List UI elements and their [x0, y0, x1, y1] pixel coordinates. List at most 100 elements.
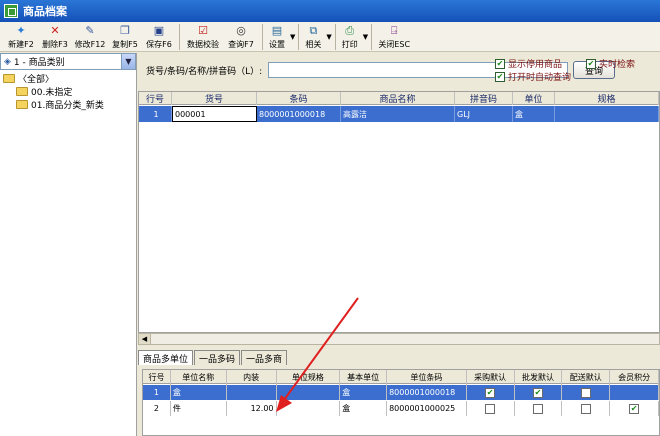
- cell-barcode: 8000001000018: [257, 106, 341, 122]
- table-row[interactable]: 1 000001 8000001000018 高露洁 GLJ 盒: [139, 106, 659, 122]
- cell-spec: [555, 106, 659, 122]
- column-header[interactable]: 规格: [555, 92, 659, 105]
- new-label: 新建F2: [8, 40, 34, 49]
- column-header[interactable]: 内装: [227, 370, 277, 385]
- cell-unit-barcode[interactable]: 8000001000025: [387, 401, 467, 416]
- folder-icon: [16, 87, 28, 96]
- column-header[interactable]: 拼音码: [455, 92, 513, 105]
- close-button[interactable]: ⍈ 关闭ESC: [375, 22, 413, 52]
- cell-wholesale-default: ✔: [515, 385, 563, 400]
- printer-icon: ⎙: [345, 24, 355, 37]
- tree-item-new-category[interactable]: 01.商品分类_新类: [3, 98, 104, 111]
- search-label: 货号/条码/名称/拼音码（L）:: [146, 67, 263, 77]
- column-header[interactable]: 采购默认: [467, 370, 515, 385]
- search-button[interactable]: ◎ 查询F7: [223, 22, 259, 52]
- column-header[interactable]: 商品名称: [341, 92, 455, 105]
- auto-query-label: 打开时自动查询: [508, 73, 572, 83]
- toolbar-separator: [334, 24, 336, 50]
- category-select-value: 1 - 商品类别: [13, 58, 65, 68]
- check-icon: ✔: [495, 71, 505, 82]
- cell-pack[interactable]: 12.00: [227, 401, 277, 416]
- delivery-default-checkbox[interactable]: [580, 387, 591, 398]
- tree-item-unassigned[interactable]: 00.未指定: [3, 85, 104, 98]
- verify-icon: ☑: [198, 24, 208, 37]
- category-select[interactable]: ◈ 1 - 商品类别 ▼: [0, 53, 136, 70]
- cell-item-code[interactable]: 000001: [172, 106, 257, 122]
- horizontal-scrollbar[interactable]: ◀: [138, 333, 660, 345]
- grid-header: 行号 货号 条码 商品名称 拼音码 单位 规格: [139, 92, 659, 105]
- cell-pack[interactable]: [227, 385, 277, 400]
- new-icon: ✦: [16, 24, 26, 37]
- column-header[interactable]: 条码: [257, 92, 341, 105]
- save-button[interactable]: ▣ 保存F6: [142, 22, 176, 52]
- units-grid: 行号 单位名称 内装 单位规格 基本单位 单位条码 采购默认 批发默认 配送默认…: [142, 369, 660, 436]
- table-row[interactable]: 1 盒 盒 8000001000018 ✔ ✔: [143, 385, 659, 400]
- tab-multi-unit[interactable]: 商品多单位: [138, 350, 194, 365]
- tab-multi-barcode[interactable]: 一品多码: [194, 350, 241, 365]
- scroll-left-icon[interactable]: ◀: [139, 334, 151, 344]
- new-button[interactable]: ✦ 新建F2: [4, 22, 38, 52]
- column-header[interactable]: 批发默认: [515, 370, 563, 385]
- column-header[interactable]: 基本单位: [340, 370, 388, 385]
- purchase-default-checkbox[interactable]: [485, 403, 496, 414]
- cell-delivery-default: [562, 385, 611, 400]
- column-header[interactable]: 会员积分: [610, 370, 659, 385]
- delivery-default-checkbox[interactable]: [580, 403, 591, 414]
- cell-product-name: 高露洁: [341, 106, 455, 122]
- verify-button[interactable]: ☑ 数据校验: [183, 22, 223, 52]
- related-button[interactable]: ⧉ 相关: [302, 22, 324, 52]
- show-disabled-checkbox[interactable]: ✔ 显示停用商品: [495, 57, 562, 70]
- modify-button[interactable]: ✎ 修改F12: [72, 22, 108, 52]
- cell-unit-barcode[interactable]: 8000001000018: [387, 385, 467, 400]
- category-panel: ◈ 1 - 商品类别 ▼ 〈全部〉 00.未指定 01.商品分类_新类: [0, 53, 137, 436]
- print-dropdown-icon[interactable]: ▼: [363, 33, 368, 41]
- delete-button[interactable]: ✕ 删除F3: [38, 22, 72, 52]
- member-points-checkbox[interactable]: ✔: [629, 403, 640, 414]
- folder-icon: [3, 74, 15, 83]
- cell-unit-name[interactable]: 件: [171, 401, 227, 416]
- close-label: 关闭ESC: [378, 40, 411, 49]
- settings-label: 设置: [269, 40, 285, 49]
- cell-wholesale-default: [515, 401, 563, 416]
- window-title: 商品档案: [23, 5, 67, 18]
- column-header[interactable]: 配送默认: [562, 370, 611, 385]
- purchase-default-checkbox[interactable]: ✔: [485, 387, 496, 398]
- column-header[interactable]: 行号: [143, 370, 171, 385]
- binoculars-icon: ◎: [236, 24, 246, 37]
- column-header[interactable]: 单位条码: [387, 370, 467, 385]
- auto-query-checkbox[interactable]: ✔ 打开时自动查询: [495, 70, 571, 83]
- settings-dropdown-icon[interactable]: ▼: [290, 33, 295, 41]
- related-dropdown-icon[interactable]: ▼: [326, 33, 331, 41]
- column-header[interactable]: 单位: [513, 92, 555, 105]
- folder-icon: [16, 100, 28, 109]
- chevron-down-icon[interactable]: ▼: [121, 54, 135, 69]
- cell-unit-spec[interactable]: [277, 401, 341, 416]
- tree-item-all[interactable]: 〈全部〉: [3, 72, 104, 85]
- column-header[interactable]: 单位规格: [277, 370, 341, 385]
- settings-button[interactable]: ▤ 设置: [266, 22, 288, 52]
- search-label: 查询F7: [228, 40, 254, 49]
- print-button[interactable]: ⎙ 打印: [339, 22, 361, 52]
- cell-unit-spec[interactable]: [277, 385, 341, 400]
- check-icon: ✔: [495, 58, 505, 69]
- wholesale-default-checkbox[interactable]: ✔: [532, 387, 543, 398]
- wholesale-default-checkbox[interactable]: [532, 403, 543, 414]
- tab-multi-supplier[interactable]: 一品多商: [241, 350, 288, 365]
- delete-icon: ✕: [50, 24, 60, 37]
- tree-item-label: 00.未指定: [31, 88, 73, 98]
- realtime-checkbox[interactable]: ✔ 实时检索: [586, 57, 635, 70]
- column-header[interactable]: 单位名称: [171, 370, 227, 385]
- check-icon: ✔: [586, 58, 596, 69]
- copy-label: 复制F5: [112, 40, 138, 49]
- toolbar-separator: [371, 24, 373, 50]
- copy-button[interactable]: ❐ 复制F5: [108, 22, 142, 52]
- cell-unit-name[interactable]: 盒: [171, 385, 227, 400]
- show-disabled-label: 显示停用商品: [508, 60, 563, 70]
- detail-tabs: 商品多单位 一品多码 一品多商: [138, 350, 288, 365]
- app-icon: [4, 4, 18, 18]
- table-row[interactable]: 2 件 12.00 盒 8000001000025 ✔: [143, 401, 659, 416]
- tree-item-label: 〈全部〉: [18, 75, 55, 85]
- toolbar-separator: [179, 24, 180, 50]
- column-header[interactable]: 行号: [139, 92, 172, 105]
- column-header[interactable]: 货号: [172, 92, 257, 105]
